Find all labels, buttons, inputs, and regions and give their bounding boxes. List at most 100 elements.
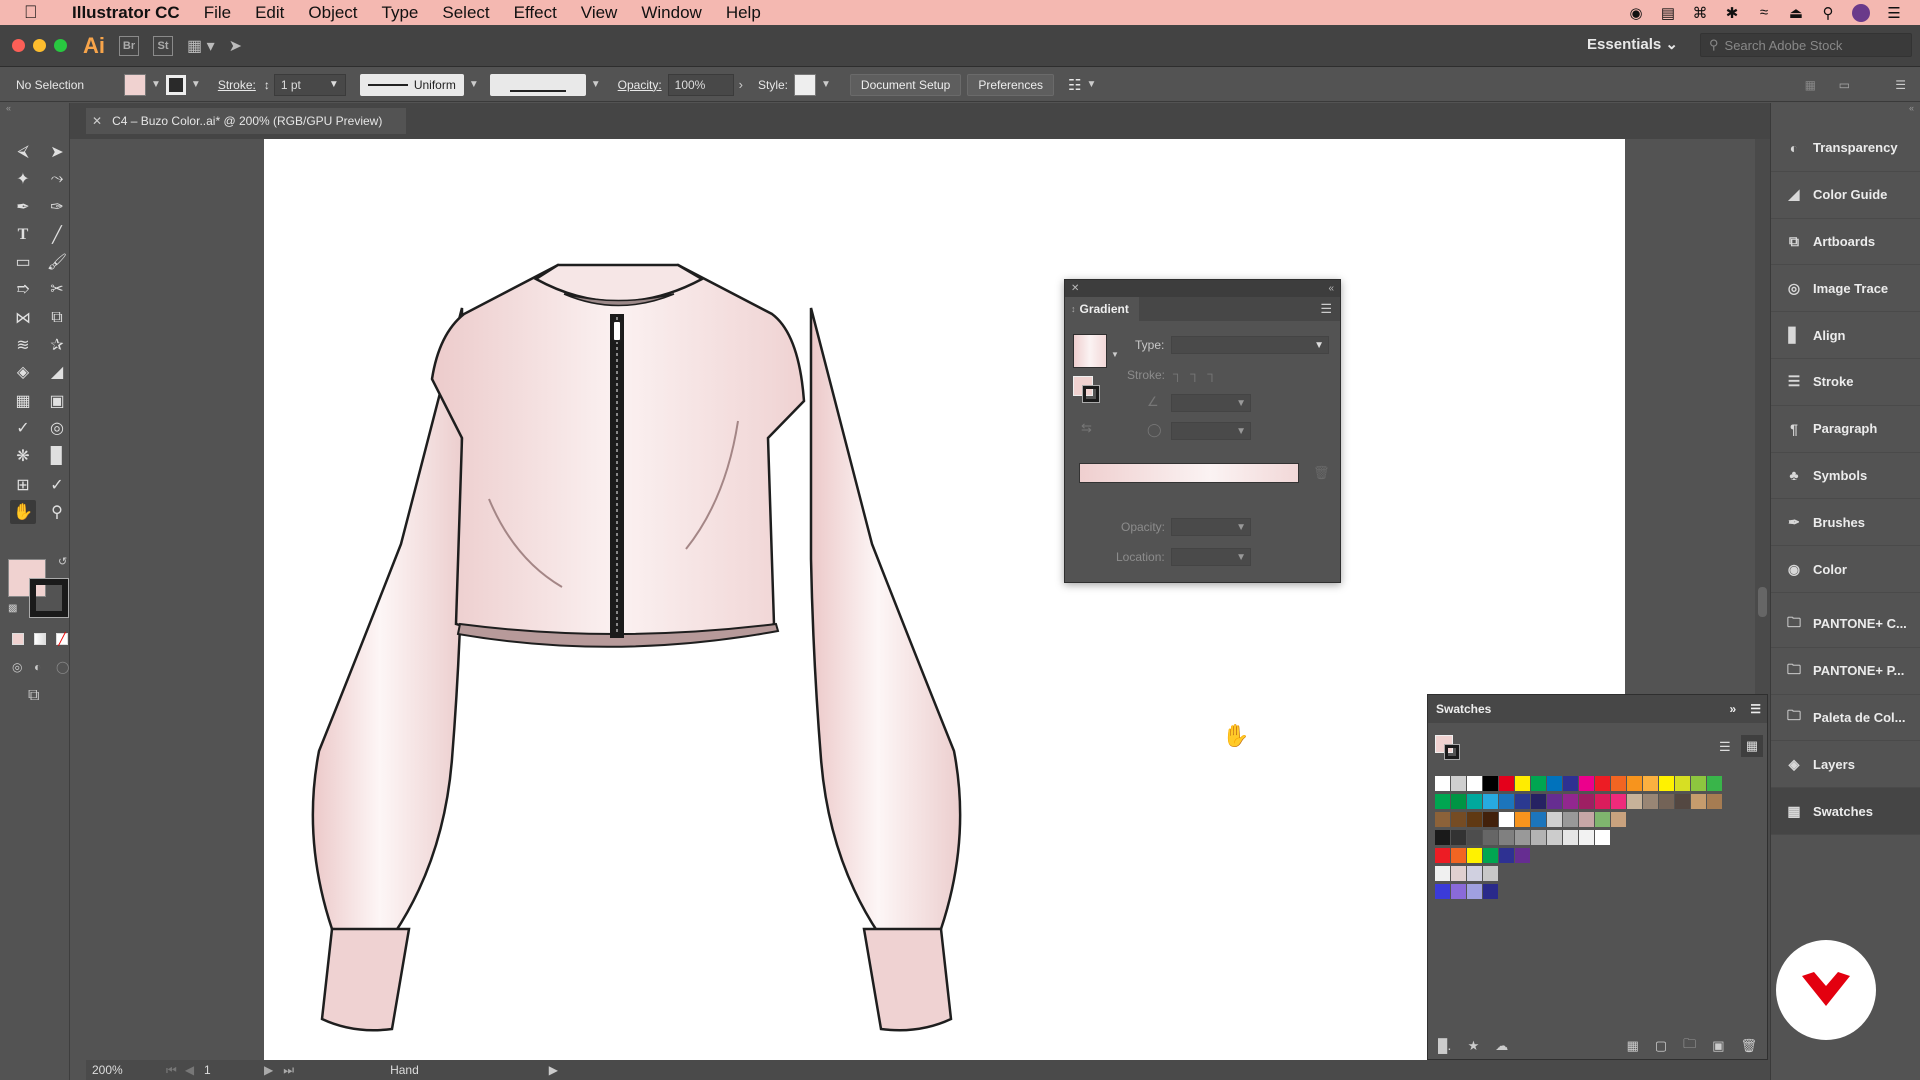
scissors-tool-icon[interactable]: ✂ — [44, 277, 70, 301]
menu-effect[interactable]: Effect — [502, 3, 569, 23]
gradient-thumbnail[interactable] — [1073, 334, 1107, 368]
default-fill-stroke-icon[interactable]: ▩ — [8, 603, 17, 614]
swatch-cell[interactable] — [1435, 848, 1450, 863]
panel-collapse-icon[interactable]: « — [1328, 283, 1334, 294]
dock-item-layers[interactable]: ◈ Layers — [1771, 741, 1920, 789]
swatch-cell[interactable] — [1643, 794, 1658, 809]
swatch-cell[interactable] — [1499, 812, 1514, 827]
menu-edit[interactable]: Edit — [243, 3, 296, 23]
style-dropdown-icon[interactable]: ▼ — [821, 79, 831, 90]
swatch-cell[interactable] — [1563, 776, 1578, 791]
vertical-scroll-thumb[interactable] — [1758, 587, 1767, 617]
menu-app-name[interactable]: Illustrator CC — [60, 3, 192, 23]
swatch-cell[interactable] — [1515, 830, 1530, 845]
lasso-tool-icon[interactable]: ⤳ — [44, 167, 70, 191]
swatch-cell[interactable] — [1499, 794, 1514, 809]
color-mode-icon[interactable] — [12, 633, 24, 645]
arrange-icon[interactable]: ☷ — [1068, 76, 1081, 94]
apple-icon[interactable]:  — [24, 2, 44, 23]
swatch-cell[interactable] — [1467, 866, 1482, 881]
swatch-cell[interactable] — [1579, 776, 1594, 791]
notification-center-icon[interactable]: ☰ — [1886, 4, 1902, 22]
swatch-cell[interactable] — [1515, 776, 1530, 791]
first-artboard-icon[interactable]: ⏮ — [166, 1063, 177, 1078]
arrange-dropdown-icon[interactable]: ▼ — [1086, 79, 1096, 90]
eject-icon[interactable]: ⏏ — [1788, 4, 1804, 22]
swatch-cell[interactable] — [1659, 794, 1674, 809]
swatch-cell[interactable] — [1435, 812, 1450, 827]
stop-opacity-field[interactable]: ▼ — [1171, 518, 1251, 536]
swatch-cell[interactable] — [1531, 794, 1546, 809]
dock-item-stroke[interactable]: ☰ Stroke — [1771, 359, 1920, 406]
command-icon[interactable]: ⌘ — [1692, 4, 1708, 22]
align-controls-icon[interactable]: ▦ — [1805, 78, 1816, 92]
swatch-cell[interactable] — [1579, 794, 1594, 809]
swatch-cell[interactable] — [1675, 794, 1690, 809]
dock-item-swatches[interactable]: ▦ Swatches — [1771, 788, 1920, 835]
stroke-swatch[interactable] — [29, 578, 69, 618]
dock-item-pantone-c[interactable]: 🗀 PANTONE+ C... — [1771, 601, 1920, 648]
zoom-tool-icon[interactable]: ⚲ — [44, 500, 70, 524]
menu-view[interactable]: View — [569, 3, 630, 23]
swatch-cell[interactable] — [1499, 830, 1514, 845]
swatch-cell[interactable] — [1499, 848, 1514, 863]
stroke-gradient-options-icon[interactable]: ┐┐┐ — [1173, 366, 1225, 381]
swatches-panel-header[interactable]: Swatches » ☰ — [1428, 695, 1767, 723]
line-segment-tool-icon[interactable]: ╱ — [44, 223, 70, 247]
panel-expand-icon[interactable]: » — [1730, 702, 1737, 716]
swatch-cell[interactable] — [1563, 794, 1578, 809]
swatch-libraries-icon[interactable]: █․ — [1438, 1038, 1452, 1054]
swatch-cell[interactable] — [1579, 830, 1594, 845]
swatch-cell[interactable] — [1483, 794, 1498, 809]
reverse-gradient-icon[interactable]: ⇆ — [1081, 420, 1092, 436]
gradient-tool-icon[interactable]: ▣ — [44, 389, 70, 413]
swatch-cell[interactable] — [1451, 866, 1466, 881]
gradient-type-select[interactable]: ▼ — [1171, 336, 1329, 354]
gradient-stroke-icon[interactable] — [1082, 385, 1100, 403]
draw-normal-icon[interactable]: ◎ — [12, 660, 22, 674]
transform-controls-icon[interactable]: ▭ — [1839, 78, 1850, 92]
swatch-cell[interactable] — [1691, 776, 1706, 791]
record-icon[interactable]: ◉ — [1628, 4, 1644, 22]
warp-tool-icon[interactable]: ≋ — [10, 333, 36, 357]
control-bar-menu-icon[interactable]: ☰ — [1895, 78, 1906, 92]
swatch-cell[interactable] — [1531, 830, 1546, 845]
dock-item-align[interactable]: ▋ Align — [1771, 312, 1920, 359]
swatch-cell[interactable] — [1547, 794, 1562, 809]
stock-button[interactable]: St — [153, 35, 173, 56]
dock-item-color-guide[interactable]: ◢ Color Guide — [1771, 172, 1920, 219]
menu-help[interactable]: Help — [714, 3, 773, 23]
swatch-cell[interactable] — [1483, 884, 1498, 899]
swatch-cell[interactable] — [1611, 776, 1626, 791]
dock-item-pantone-p[interactable]: 🗀 PANTONE+ P... — [1771, 648, 1920, 695]
swatch-cell[interactable] — [1579, 812, 1594, 827]
artboard-tool-icon[interactable]: ⊞ — [10, 473, 36, 497]
swatch-cell[interactable] — [1467, 830, 1482, 845]
menu-select[interactable]: Select — [430, 3, 501, 23]
panel-close-icon[interactable]: ✕ — [1071, 283, 1079, 294]
dock-item-paleta-de-col[interactable]: 🗀 Paleta de Col... — [1771, 695, 1920, 742]
aspect-ratio-field[interactable]: ▼ — [1171, 422, 1251, 440]
opacity-field[interactable]: 100% — [667, 73, 734, 96]
spotlight-icon[interactable]: ⚲ — [1820, 4, 1836, 22]
swatch-cell[interactable] — [1483, 830, 1498, 845]
previous-artboard-icon[interactable]: ◀ — [185, 1063, 194, 1077]
swatch-cell[interactable] — [1435, 794, 1450, 809]
swatch-cell[interactable] — [1483, 812, 1498, 827]
swatch-cell[interactable] — [1531, 812, 1546, 827]
blend-tool-icon[interactable]: ◎ — [44, 416, 70, 440]
screen-icon[interactable]: ▤ — [1660, 4, 1676, 22]
swatches-stroke-icon[interactable] — [1444, 744, 1460, 760]
brush-definition[interactable] — [489, 73, 586, 96]
swatch-cell[interactable] — [1483, 866, 1498, 881]
swatch-cell[interactable] — [1483, 776, 1498, 791]
eyedropper-tool-icon[interactable]: ✓ — [10, 416, 36, 440]
swatch-cell[interactable] — [1707, 794, 1722, 809]
swatch-cell[interactable] — [1547, 776, 1562, 791]
hand-tool-icon[interactable]: ✋ — [10, 500, 36, 524]
dock-item-brushes[interactable]: ✒ Brushes — [1771, 499, 1920, 547]
swatch-cell[interactable] — [1595, 776, 1610, 791]
delete-stop-icon[interactable]: 🗑 — [1313, 465, 1330, 481]
swatch-cell[interactable] — [1531, 776, 1546, 791]
arrange-documents-icon[interactable]: ▦ ▾ — [187, 36, 215, 56]
